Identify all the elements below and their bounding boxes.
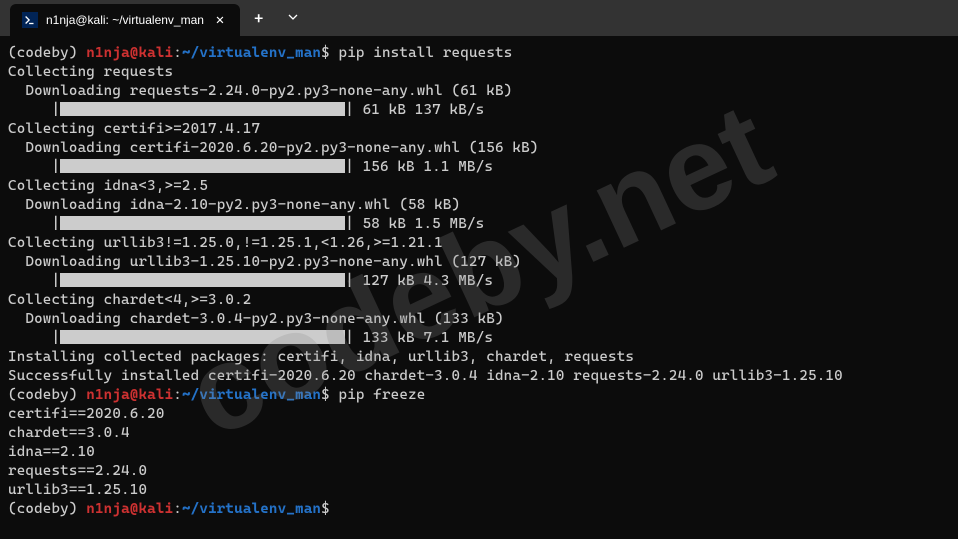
output-line: | — [8, 216, 60, 232]
tab[interactable]: n1nja@kali: ~/virtualenv_man ✕ — [10, 4, 240, 36]
output-line: | — [8, 102, 60, 118]
output-line: Collecting requests — [8, 64, 173, 80]
output-line: Downloading urllib3-1.25.10-py2.py3-none… — [8, 254, 521, 270]
output-line: Collecting chardet<4,>=3.0.2 — [8, 292, 252, 308]
output-line: certifi==2020.6.20 — [8, 406, 165, 422]
output-line: requests==2.24.0 — [8, 463, 147, 479]
progress-bar — [60, 102, 345, 116]
output-line: Successfully installed certifi-2020.6.20… — [8, 368, 843, 384]
prompt-sep: : — [173, 501, 182, 517]
titlebar: n1nja@kali: ~/virtualenv_man ✕ + — [0, 0, 958, 36]
terminal-window: n1nja@kali: ~/virtualenv_man ✕ + (codeby… — [0, 0, 958, 539]
output-line: | 58 kB 1.5 MB/s — [345, 216, 484, 232]
terminal-content[interactable]: (codeby) n1nja@kali:~/virtualenv_man$ pi… — [0, 36, 958, 539]
output-line: Downloading idna-2.10-py2.py3-none-any.w… — [8, 197, 460, 213]
prompt-dollar: $ — [321, 387, 330, 403]
new-tab-button[interactable]: + — [240, 9, 277, 28]
output-line: Collecting idna<3,>=2.5 — [8, 178, 208, 194]
prompt-dollar: $ — [321, 501, 330, 517]
output-line: | 156 kB 1.1 MB/s — [345, 159, 493, 175]
prompt-user: n1nja@kali — [86, 45, 173, 61]
progress-bar — [60, 216, 345, 230]
output-line: | 127 kB 4.3 MB/s — [345, 273, 493, 289]
prompt-path: ~/virtualenv_man — [182, 501, 321, 517]
output-line: Downloading certifi-2020.6.20-py2.py3-no… — [8, 140, 538, 156]
command-1: pip install requests — [339, 45, 513, 61]
venv-prefix: (codeby) — [8, 387, 78, 403]
output-line: | — [8, 159, 60, 175]
prompt-sep: : — [173, 45, 182, 61]
output-line: Collecting urllib3!=1.25.0,!=1.25.1,<1.2… — [8, 235, 443, 251]
output-line: | 61 kB 137 kB/s — [345, 102, 484, 118]
progress-bar — [60, 159, 345, 173]
command-2: pip freeze — [339, 387, 426, 403]
progress-bar — [60, 330, 345, 344]
prompt-path: ~/virtualenv_man — [182, 387, 321, 403]
output-line: chardet==3.0.4 — [8, 425, 130, 441]
output-line: Installing collected packages: certifi, … — [8, 349, 634, 365]
output-line: Downloading chardet-3.0.4-py2.py3-none-a… — [8, 311, 504, 327]
venv-prefix: (codeby) — [8, 45, 78, 61]
tab-title: n1nja@kali: ~/virtualenv_man — [46, 13, 204, 27]
output-line: | — [8, 273, 60, 289]
prompt-dollar: $ — [321, 45, 330, 61]
chevron-down-icon[interactable] — [277, 11, 309, 26]
output-line: idna==2.10 — [8, 444, 95, 460]
output-line: Downloading requests-2.24.0-py2.py3-none… — [8, 83, 512, 99]
output-line: | 133 kB 7.1 MB/s — [345, 330, 493, 346]
venv-prefix: (codeby) — [8, 501, 78, 517]
output-line: | — [8, 330, 60, 346]
prompt-sep: : — [173, 387, 182, 403]
powershell-icon — [22, 12, 38, 28]
output-line: Collecting certifi>=2017.4.17 — [8, 121, 260, 137]
close-icon[interactable]: ✕ — [212, 12, 228, 28]
progress-bar — [60, 273, 345, 287]
output-line: urllib3==1.25.10 — [8, 482, 147, 498]
prompt-user: n1nja@kali — [86, 387, 173, 403]
prompt-path: ~/virtualenv_man — [182, 45, 321, 61]
prompt-user: n1nja@kali — [86, 501, 173, 517]
